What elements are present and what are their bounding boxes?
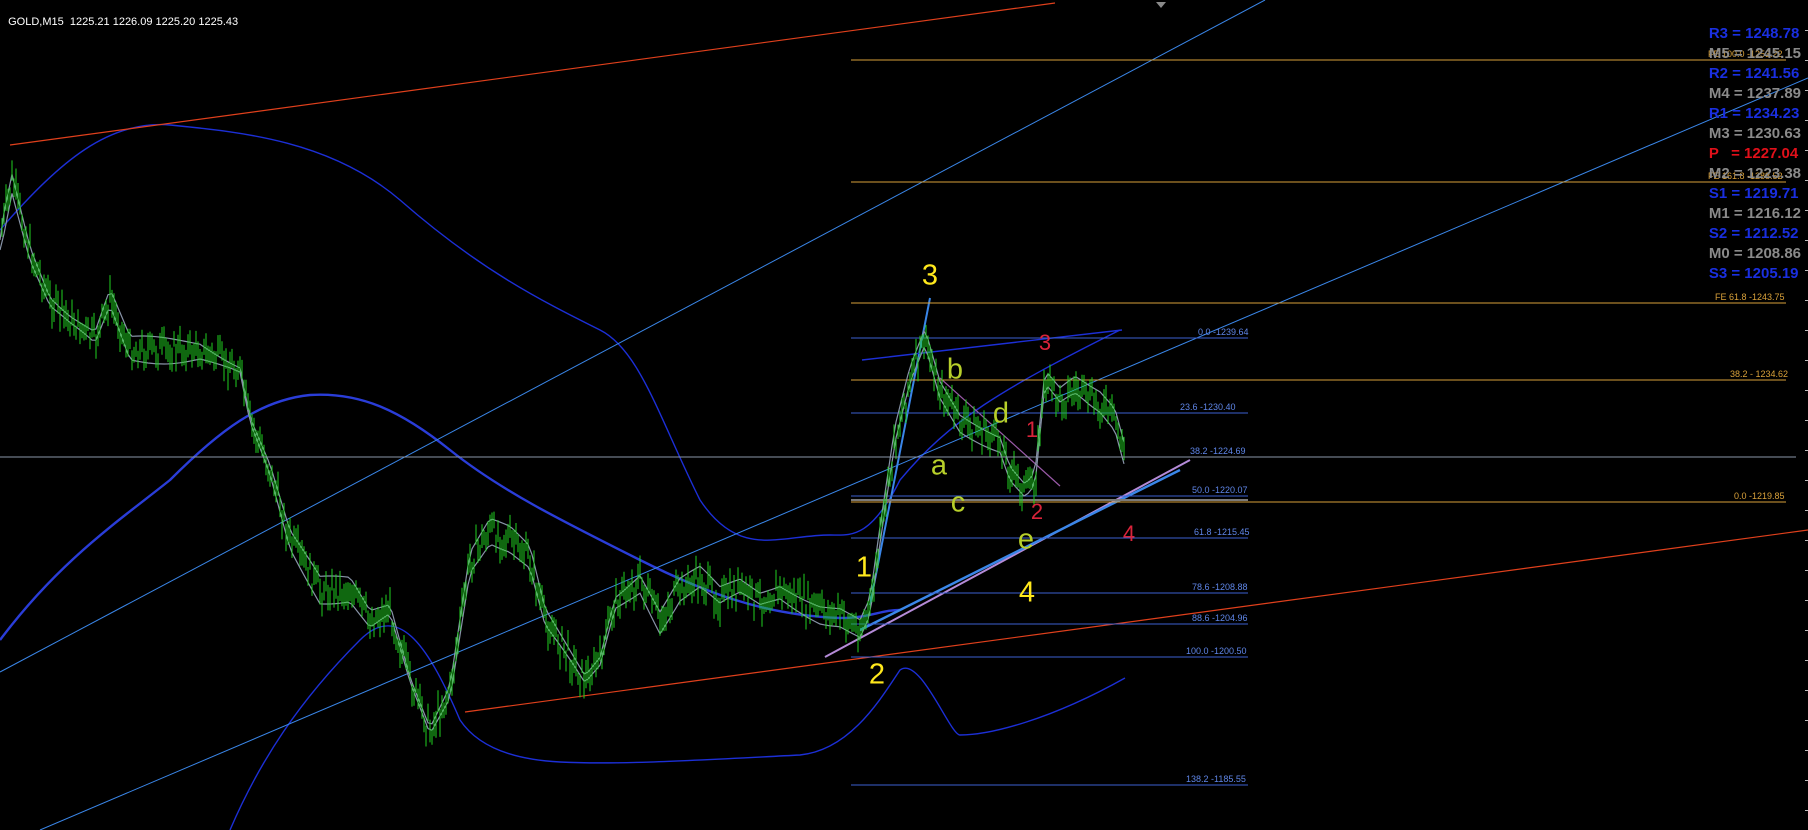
- elliott-wave-label: 2: [1030, 499, 1044, 524]
- price-chart[interactable]: [0, 0, 1808, 830]
- elliott-wave-label: 1: [1025, 417, 1039, 442]
- elliott-wave-label: 3: [1038, 330, 1052, 355]
- pivot-level: S1 = 1219.71: [1708, 185, 1799, 202]
- pivot-level: M0 = 1208.86: [1708, 245, 1801, 262]
- fib-retracement-label: 61.8 -1215.45: [1194, 527, 1250, 537]
- elliott-wave-label: 1: [855, 551, 873, 584]
- elliott-wave-label: d: [992, 397, 1010, 430]
- fib-extension-label: 38.2 - 1234.62: [1730, 369, 1789, 379]
- fib-extension-label: FE 61.8 -1243.75: [1715, 292, 1785, 302]
- pivot-levels-panel: R3 = 1248.78 M5 = 1245.15 R2 = 1241.56 M4 =…: [1709, 24, 1801, 284]
- pivot-level: M5 = 1245.15: [1708, 45, 1801, 62]
- elliott-wave-label: 4: [1122, 521, 1136, 546]
- elliott-wave-label: a: [930, 449, 948, 482]
- symbol-label: GOLD,M15: [8, 16, 64, 28]
- pivot-level: R2 = 1241.56: [1708, 65, 1800, 82]
- pivot-level: S3 = 1205.19: [1708, 265, 1799, 282]
- pivot-level: M2 = 1223.38: [1708, 165, 1801, 182]
- pivot-level: M4 = 1237.89: [1708, 85, 1801, 102]
- fib-retracement-label: 88.6 -1204.96: [1192, 613, 1248, 623]
- fib-extension-label: 0.0 -1219.85: [1734, 491, 1785, 501]
- elliott-wave-label: 2: [868, 658, 886, 691]
- fib-retracement-label: 100.0 -1200.50: [1186, 646, 1247, 656]
- pivot-level: S2 = 1212.52: [1708, 225, 1799, 242]
- pivot-level: R3 = 1248.78: [1708, 25, 1800, 42]
- fib-retracement-label: 78.6 -1208.88: [1192, 582, 1248, 592]
- pivot-level: M3 = 1230.63: [1708, 125, 1801, 142]
- pivot-level: P = 1227.04: [1708, 145, 1799, 162]
- elliott-wave-label: c: [950, 486, 966, 519]
- fib-retracement-label: 38.2 -1224.69: [1190, 446, 1246, 456]
- fib-retracement-label: 0.0 -1239.64: [1198, 327, 1249, 337]
- chart-header: GOLD,M15 1225.21 1226.09 1225.20 1225.43: [2, 4, 238, 28]
- elliott-wave-label: 4: [1018, 576, 1036, 609]
- fib-retracement-label: 50.0 -1220.07: [1192, 485, 1248, 495]
- elliott-wave-label: b: [946, 353, 964, 386]
- fib-retracement-label: 138.2 -1185.55: [1186, 774, 1246, 784]
- pivot-level: R1 = 1234.23: [1708, 105, 1800, 122]
- pivot-level: M1 = 1216.12: [1708, 205, 1801, 222]
- elliott-wave-label: 3: [921, 259, 939, 292]
- ohlc-values: 1225.21 1226.09 1225.20 1225.43: [69, 16, 239, 28]
- elliott-wave-label: e: [1017, 523, 1035, 556]
- fib-retracement-label: 23.6 -1230.40: [1180, 402, 1236, 412]
